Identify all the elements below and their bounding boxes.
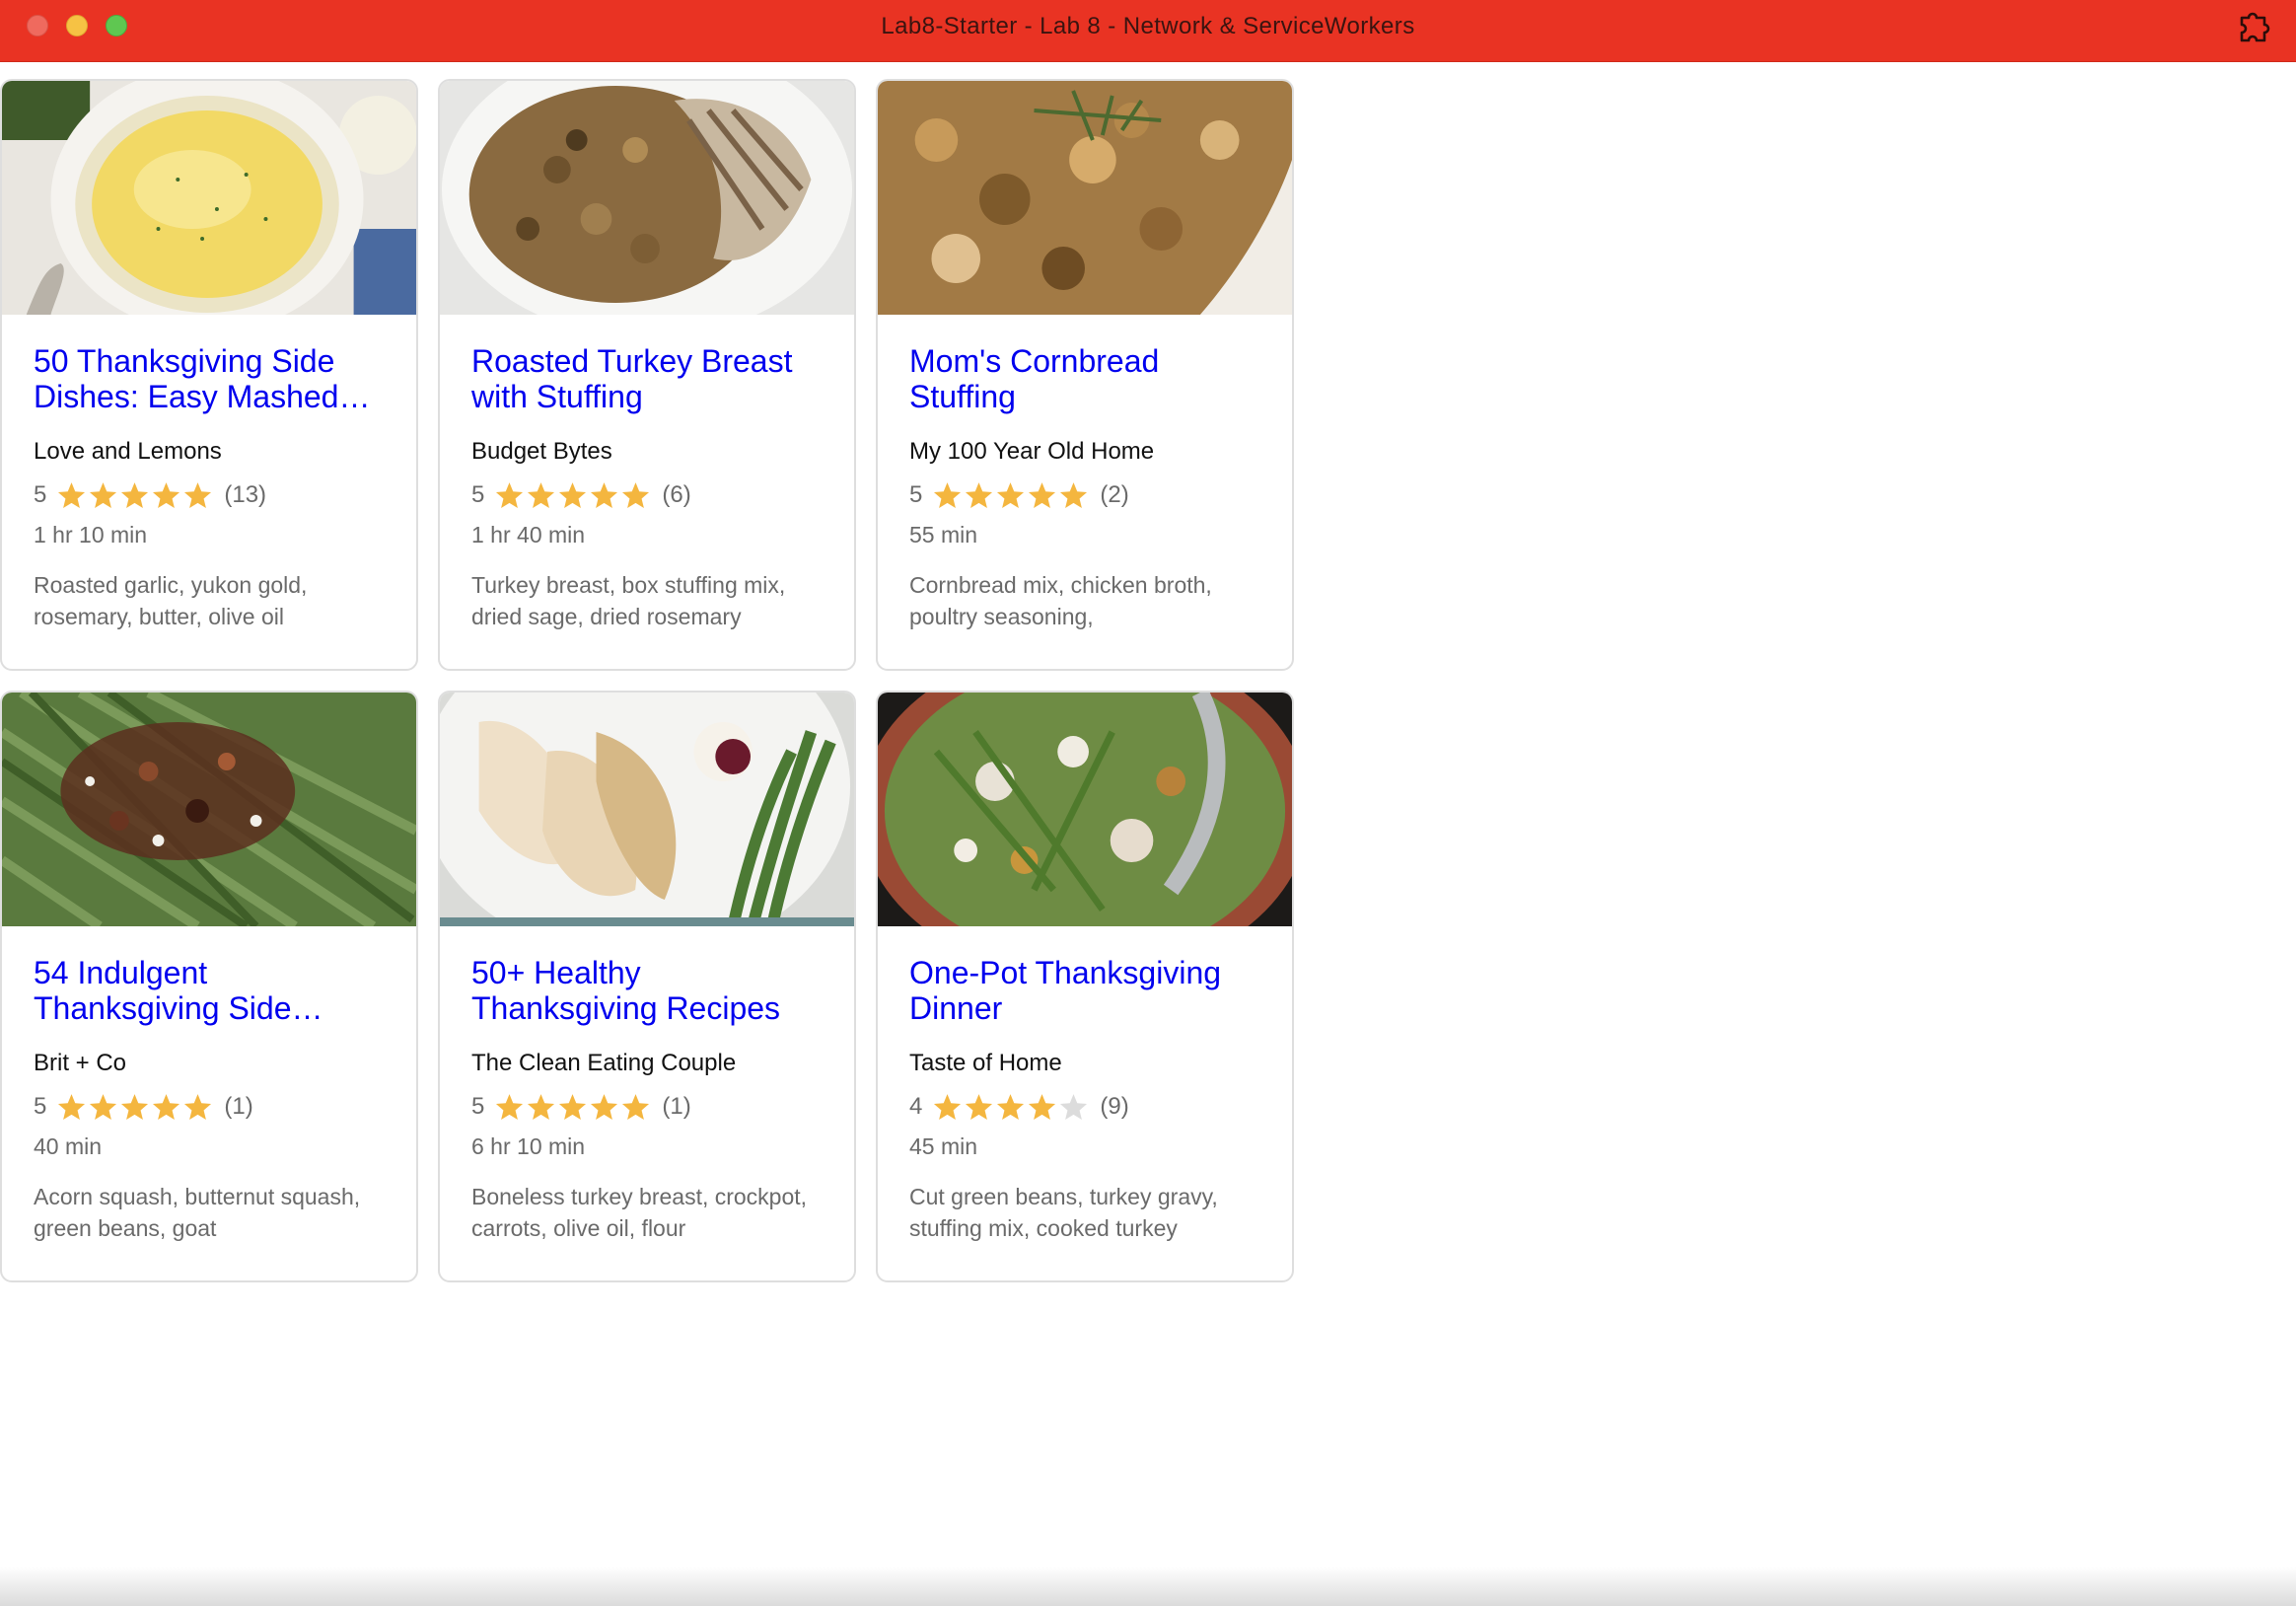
recipe-ingredients: Boneless turkey breast, crockpot, carrot…	[471, 1184, 808, 1241]
window-titlebar: Lab8-Starter - Lab 8 - Network & Service…	[0, 0, 2296, 62]
star-filled-icon	[1029, 482, 1056, 509]
recipe-organization: Taste of Home	[909, 1050, 1062, 1076]
recipe-title-link[interactable]: Roasted Turkey Breast with Stuffing	[471, 343, 828, 414]
recipe-card[interactable]: Roasted Turkey Breast with Stuffing Budg…	[438, 79, 856, 671]
green-beans-pecans-image	[2, 693, 416, 926]
star-rating	[932, 480, 1090, 510]
recipe-card[interactable]: 54 Indulgent Thanksgiving Side… Brit + C…	[0, 691, 418, 1282]
recipe-time: 1 hr 10 min	[34, 522, 148, 548]
star-filled-icon	[934, 482, 962, 509]
star-filled-icon	[90, 482, 117, 509]
rating-value: 5	[909, 481, 923, 508]
rating-value: 5	[471, 481, 485, 508]
star-filled-icon	[184, 482, 212, 509]
recipe-title-link[interactable]: Mom's Cornbread Stuffing	[909, 343, 1266, 414]
star-filled-icon	[966, 482, 993, 509]
star-filled-icon	[622, 1094, 650, 1121]
recipe-card[interactable]: Mom's Cornbread Stuffing My 100 Year Old…	[876, 79, 1294, 671]
star-filled-icon	[121, 482, 149, 509]
recipe-ingredients: Acorn squash, butternut squash, green be…	[34, 1184, 361, 1241]
cornbread-stuffing-image	[878, 81, 1292, 315]
review-count: (6)	[662, 481, 691, 508]
recipe-title-link[interactable]: 50 Thanksgiving Side Dishes: Easy Mashed…	[34, 343, 391, 414]
recipe-organization: Brit + Co	[34, 1050, 127, 1076]
star-filled-icon	[153, 482, 180, 509]
star-filled-icon	[496, 1094, 524, 1121]
star-filled-icon	[559, 482, 587, 509]
star-filled-icon	[528, 482, 555, 509]
recipe-rating: 5 (2)	[909, 479, 1266, 511]
extensions-puzzle-icon[interactable]	[2237, 11, 2272, 44]
star-filled-icon	[153, 1094, 180, 1121]
star-filled-icon	[997, 1094, 1025, 1121]
mashed-potatoes-image	[2, 81, 416, 315]
star-filled-icon	[966, 1094, 993, 1121]
window-bottom-shadow	[0, 1567, 2296, 1606]
star-filled-icon	[528, 1094, 555, 1121]
recipe-rating: 4 (9)	[909, 1091, 1266, 1123]
review-count: (9)	[1100, 1093, 1129, 1120]
rating-value: 5	[34, 1093, 47, 1120]
window-title: Lab8-Starter - Lab 8 - Network & Service…	[881, 13, 1415, 39]
star-filled-icon	[121, 1094, 149, 1121]
recipe-title-link[interactable]: 50+ Healthy Thanksgiving Recipes	[471, 955, 828, 1026]
star-filled-icon	[934, 1094, 962, 1121]
rating-value: 5	[471, 1093, 485, 1120]
star-filled-icon	[90, 1094, 117, 1121]
recipe-organization: My 100 Year Old Home	[909, 438, 1155, 465]
star-filled-icon	[1060, 482, 1088, 509]
recipe-rating: 5 (13)	[34, 479, 391, 511]
recipe-organization: Love and Lemons	[34, 438, 222, 465]
recipe-ingredients: Cut green beans, turkey gravy, stuffing …	[909, 1184, 1218, 1241]
star-rating	[56, 480, 214, 510]
star-filled-icon	[184, 1094, 212, 1121]
review-count: (13)	[224, 481, 267, 508]
rating-value: 4	[909, 1093, 923, 1120]
recipe-time: 1 hr 40 min	[471, 522, 586, 548]
star-filled-icon	[997, 482, 1025, 509]
recipe-time: 55 min	[909, 522, 978, 548]
review-count: (2)	[1100, 481, 1129, 508]
recipe-time: 6 hr 10 min	[471, 1133, 586, 1159]
star-rating	[494, 1092, 652, 1122]
star-rating	[932, 1092, 1090, 1122]
review-count: (1)	[224, 1093, 253, 1120]
recipe-ingredients: Turkey breast, box stuffing mix, dried s…	[471, 572, 786, 629]
recipe-ingredients: Cornbread mix, chicken broth, poultry se…	[909, 572, 1212, 629]
recipe-organization: Budget Bytes	[471, 438, 612, 465]
rating-value: 5	[34, 481, 47, 508]
recipe-time: 40 min	[34, 1133, 103, 1159]
recipe-ingredients: Roasted garlic, yukon gold, rosemary, bu…	[34, 572, 308, 629]
recipe-rating: 5 (6)	[471, 479, 828, 511]
turkey-plate-image	[440, 693, 854, 926]
recipe-time: 45 min	[909, 1133, 978, 1159]
star-filled-icon	[559, 1094, 587, 1121]
recipe-organization: The Clean Eating Couple	[471, 1050, 737, 1076]
recipe-title-link[interactable]: 54 Indulgent Thanksgiving Side…	[34, 955, 391, 1026]
one-pot-dinner-image	[878, 693, 1292, 926]
star-filled-icon	[622, 482, 650, 509]
recipe-card[interactable]: One-Pot Thanksgiving Dinner Taste of Hom…	[876, 691, 1294, 1282]
recipe-title-link[interactable]: One-Pot Thanksgiving Dinner	[909, 955, 1266, 1026]
recipe-card[interactable]: 50+ Healthy Thanksgiving Recipes The Cle…	[438, 691, 856, 1282]
turkey-stuffing-image	[440, 81, 854, 315]
star-empty-icon	[1060, 1094, 1088, 1121]
star-filled-icon	[58, 482, 86, 509]
review-count: (1)	[662, 1093, 691, 1120]
star-filled-icon	[591, 482, 618, 509]
star-filled-icon	[1029, 1094, 1056, 1121]
recipe-rating: 5 (1)	[471, 1091, 828, 1123]
star-rating	[494, 480, 652, 510]
recipe-rating: 5 (1)	[34, 1091, 391, 1123]
star-filled-icon	[58, 1094, 86, 1121]
star-rating	[56, 1092, 214, 1122]
star-filled-icon	[496, 482, 524, 509]
star-filled-icon	[591, 1094, 618, 1121]
recipe-card[interactable]: 50 Thanksgiving Side Dishes: Easy Mashed…	[0, 79, 418, 671]
